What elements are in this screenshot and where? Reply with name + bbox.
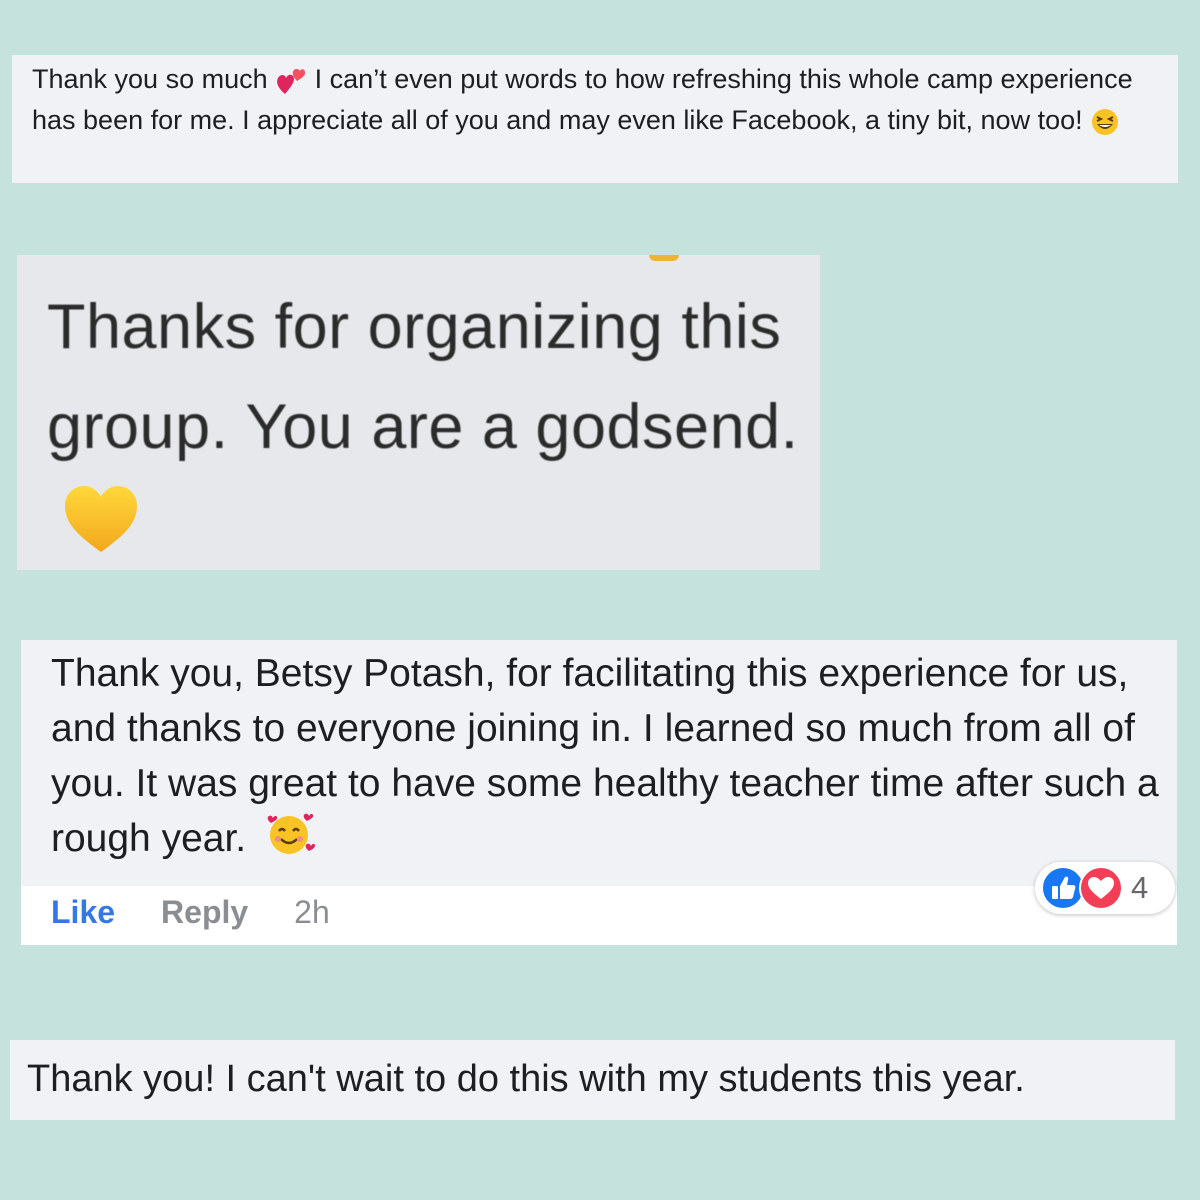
grinning-squinting-face-emoji bbox=[1090, 107, 1120, 137]
comment-actions: Like Reply 2h bbox=[51, 888, 330, 936]
like-button[interactable]: Like bbox=[51, 894, 115, 931]
comment-4-text: Thank you! I can't wait to do this with … bbox=[27, 1058, 1025, 1100]
comment-2: Thanks for organizing this group. You ar… bbox=[17, 255, 820, 570]
comment-4: Thank you! I can't wait to do this with … bbox=[10, 1040, 1175, 1120]
comment-1: Thank you so much I can’t even put words… bbox=[12, 55, 1178, 183]
two-hearts-emoji bbox=[275, 66, 307, 96]
comment-timestamp[interactable]: 2h bbox=[294, 894, 330, 931]
reactions-summary[interactable]: 4 bbox=[1035, 862, 1175, 914]
smiling-face-with-hearts-emoji bbox=[265, 811, 315, 857]
emoji-fragment bbox=[649, 255, 679, 261]
comment-3-bubble: Thank you, Betsy Potash, for facilitatin… bbox=[21, 640, 1177, 886]
reply-button[interactable]: Reply bbox=[161, 894, 248, 931]
comment-1-text-start: Thank you so much bbox=[32, 64, 268, 94]
comment-2-text: Thanks for organizing this group. You ar… bbox=[47, 292, 799, 462]
comment-3-text: Thank you, Betsy Potash, for facilitatin… bbox=[51, 652, 1159, 860]
reaction-count: 4 bbox=[1131, 870, 1149, 905]
love-reaction-icon bbox=[1079, 866, 1123, 910]
yellow-heart-emoji bbox=[61, 482, 141, 556]
comment-3: Thank you, Betsy Potash, for facilitatin… bbox=[21, 640, 1177, 945]
